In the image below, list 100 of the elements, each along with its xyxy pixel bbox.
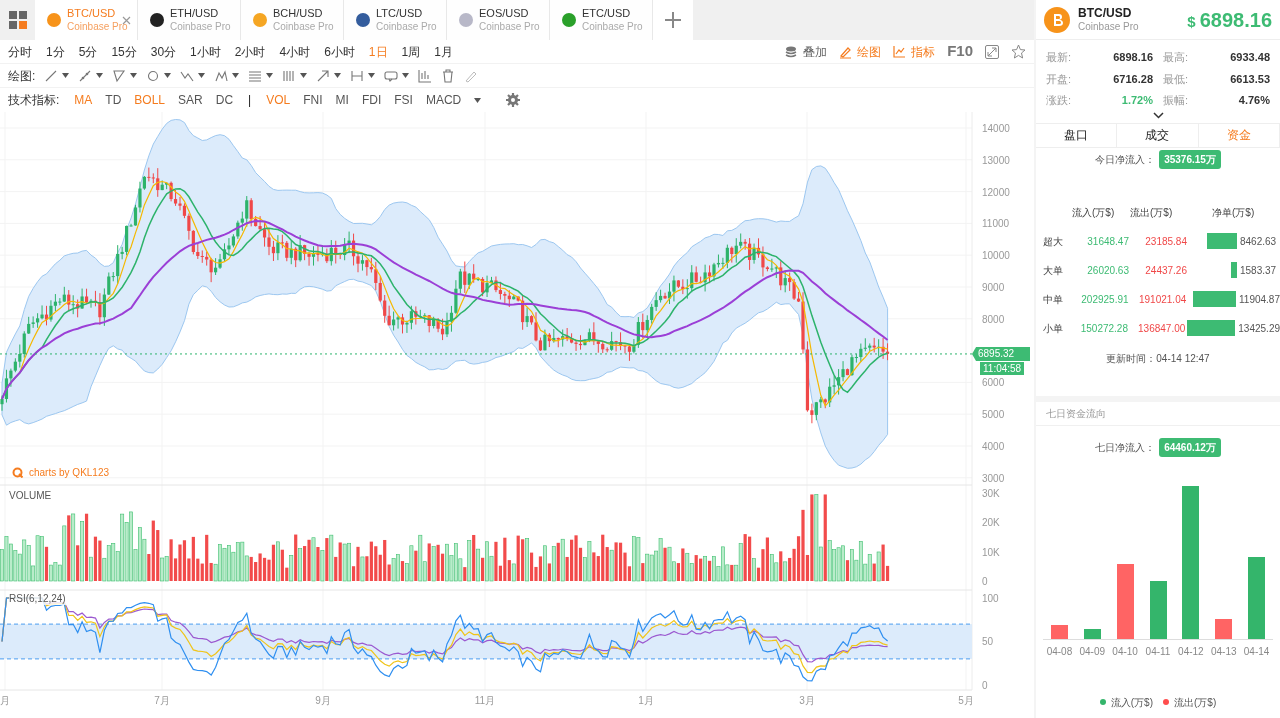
axis-label: 30K: [982, 488, 1000, 499]
f10-button[interactable]: F10: [947, 40, 973, 63]
axis-label: 04-11: [1145, 644, 1171, 659]
axis-label: 11000: [982, 218, 1010, 230]
period-button[interactable]: 5分: [78, 42, 98, 61]
indicator-button[interactable]: MI: [335, 91, 349, 109]
tab-symbol: ETH/USD: [170, 7, 220, 20]
axis-label: 3000: [982, 472, 1005, 484]
net-value: 13425.29: [1238, 321, 1280, 336]
period-button[interactable]: 1小时: [190, 42, 221, 61]
panel-label: VOLUME: [9, 489, 52, 503]
countdown-tag: 11:04:58: [980, 362, 1025, 375]
period-button[interactable]: 1月: [434, 42, 453, 61]
outflow-value: 23185.84: [1144, 234, 1187, 249]
row-label: 中单: [1043, 292, 1064, 307]
axis-label: 14000: [982, 123, 1010, 134]
tab-symbol: EOS/USD: [479, 7, 530, 20]
toolbar-button[interactable]: 叠加: [785, 42, 828, 61]
axis-label: 1月: [638, 695, 654, 706]
ticker-price: 6898.16: [1199, 7, 1272, 33]
period-button[interactable]: 15分: [111, 42, 137, 61]
row-label: 小单: [1043, 321, 1064, 336]
ticker-symbol: BTC/USD: [1078, 6, 1133, 20]
ticker-exchange: Coinbase Pro: [1078, 19, 1139, 33]
column-header: 流入(万$): [1072, 206, 1116, 220]
axis-label: 7月: [154, 695, 170, 706]
axis-label: 04-13: [1210, 644, 1237, 659]
tab-symbol: BCH/USD: [273, 7, 324, 20]
net-inflow-badge: 64460.12万: [1159, 437, 1221, 457]
period-button[interactable]: 4小时: [279, 42, 311, 61]
axis-label: 10000: [982, 250, 1010, 262]
axis-label: 100: [982, 593, 999, 604]
stat-label: 最低:: [1163, 71, 1189, 87]
axis-label: 9000: [982, 282, 1005, 293]
inflow-value: 202925.91: [1080, 292, 1129, 307]
period-button[interactable]: 1分: [46, 42, 65, 61]
net-value: 8462.63: [1240, 234, 1277, 249]
axis-label: 6000: [982, 377, 1005, 389]
axis-label: 3月: [799, 695, 815, 706]
tab-symbol: LTC/USD: [376, 7, 424, 20]
indicator-button[interactable]: FDI: [361, 91, 382, 109]
column-header: 流出(万$): [1130, 206, 1174, 220]
market-tab[interactable]: ETC/USD Coinbase Pro: [550, 0, 653, 40]
axis-label: 04-08: [1046, 644, 1073, 659]
stat-value: 4.76%: [1238, 93, 1270, 108]
axis-label: 50: [982, 636, 994, 647]
axis-label: 0: [982, 680, 988, 691]
period-button[interactable]: 30分: [150, 42, 177, 61]
indicator-button[interactable]: TD: [105, 91, 122, 109]
axis-label: 20K: [982, 517, 1000, 528]
axis-label: 13000: [982, 154, 1010, 166]
market-tab[interactable]: EOS/USD Coinbase Pro: [447, 0, 550, 40]
period-button[interactable]: 1周: [401, 42, 421, 61]
axis-label: 5月: [958, 695, 974, 706]
panel-tab[interactable]: 成交: [1117, 123, 1199, 147]
indicator-button[interactable]: SAR: [178, 91, 203, 109]
stat-value: 6933.48: [1230, 50, 1270, 65]
row-label: 超大: [1043, 234, 1064, 249]
period-button[interactable]: 2小时: [234, 42, 266, 61]
outflow-value: 136847.00: [1137, 321, 1186, 336]
axis-label: 04-14: [1243, 644, 1270, 659]
current-price-tag: 6895.32: [972, 347, 1030, 361]
indicator-button[interactable]: FSI: [394, 91, 413, 109]
update-time: 更新时间：04-14 12:47: [1105, 351, 1211, 366]
axis-label: 8000: [982, 313, 1005, 325]
panel-label: RSI(6,12,24): [9, 593, 66, 605]
indicator-button[interactable]: DC: [215, 91, 234, 109]
period-button[interactable]: 6小时: [324, 42, 355, 61]
axis-label: 4000: [982, 441, 1005, 452]
stat-label: 最高:: [1163, 50, 1189, 65]
tab-symbol: ETC/USD: [582, 7, 632, 20]
net-inflow-badge: 35376.15万: [1159, 149, 1221, 169]
market-tab[interactable]: BCH/USD Coinbase Pro: [241, 0, 344, 40]
panel-tab[interactable]: 盘口: [1036, 123, 1118, 147]
axis-label: 04-12: [1178, 644, 1204, 659]
net-value: 1583.37: [1240, 263, 1277, 278]
inflow-value: 31648.47: [1086, 234, 1129, 249]
tab-exchange: Coinbase Pro: [67, 20, 128, 33]
legend-label: 流入(万$): [1110, 695, 1153, 710]
axis-label: 0: [982, 576, 988, 587]
stat-value: 6613.53: [1230, 71, 1270, 87]
period-button[interactable]: 分时: [8, 42, 32, 61]
tab-exchange: Coinbase Pro: [170, 20, 231, 33]
market-tab[interactable]: ETH/USD Coinbase Pro: [138, 0, 241, 40]
stat-label: 开盘:: [1046, 71, 1072, 87]
market-tab[interactable]: LTC/USD Coinbase Pro: [344, 0, 447, 40]
column-header: 净单(万$): [1212, 206, 1255, 220]
branding-label: charts by QKL123: [29, 466, 110, 480]
currency-symbol: $: [1187, 11, 1196, 32]
row-label: 大单: [1043, 263, 1064, 278]
outflow-value: 24437.26: [1144, 263, 1187, 278]
stat-value: 6898.16: [1113, 50, 1153, 65]
net-value: 11904.87: [1239, 292, 1280, 307]
tab-exchange: Coinbase Pro: [479, 20, 540, 33]
legend-label: 流出(万$): [1174, 695, 1217, 710]
indicator-button[interactable]: MACD: [425, 91, 462, 109]
section-title: 七日资金流向: [1036, 401, 1280, 426]
separator: |: [248, 92, 252, 109]
indicator-button[interactable]: FNI: [303, 91, 323, 109]
axis-label: 10K: [982, 547, 1000, 558]
